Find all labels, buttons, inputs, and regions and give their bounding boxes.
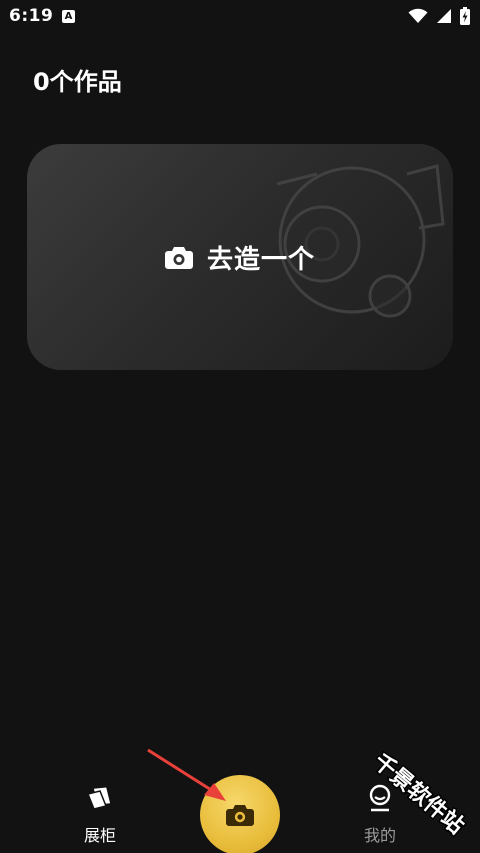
create-work-label: 去造一个 <box>206 244 315 275</box>
status-icons <box>408 7 470 25</box>
nav-item-gallery[interactable]: 展柜 <box>60 784 140 846</box>
page-title: 0个作品 <box>33 68 122 96</box>
wifi-icon <box>408 8 428 23</box>
status-bar: 6:19 A <box>0 0 480 34</box>
camera-icon <box>164 247 193 269</box>
watermark-text: 千景软件站 <box>368 749 469 840</box>
signal-icon <box>437 9 451 23</box>
annotation-arrow <box>147 748 226 801</box>
status-time: 6:19 <box>9 6 54 26</box>
battery-icon <box>460 7 470 25</box>
app-screen: 6:19 A 0个作品 去造一个 展柜 我的 千景软件站 <box>0 0 480 853</box>
create-work-cta: 去造一个 <box>27 144 453 370</box>
watermark: 千景软件站 <box>368 748 471 841</box>
nav-item-gallery-label: 展柜 <box>83 826 116 845</box>
gallery-icon <box>86 787 111 810</box>
create-work-card[interactable]: 去造一个 <box>27 144 453 370</box>
notification-app-icon: A <box>62 10 75 23</box>
camera-icon <box>226 805 254 826</box>
